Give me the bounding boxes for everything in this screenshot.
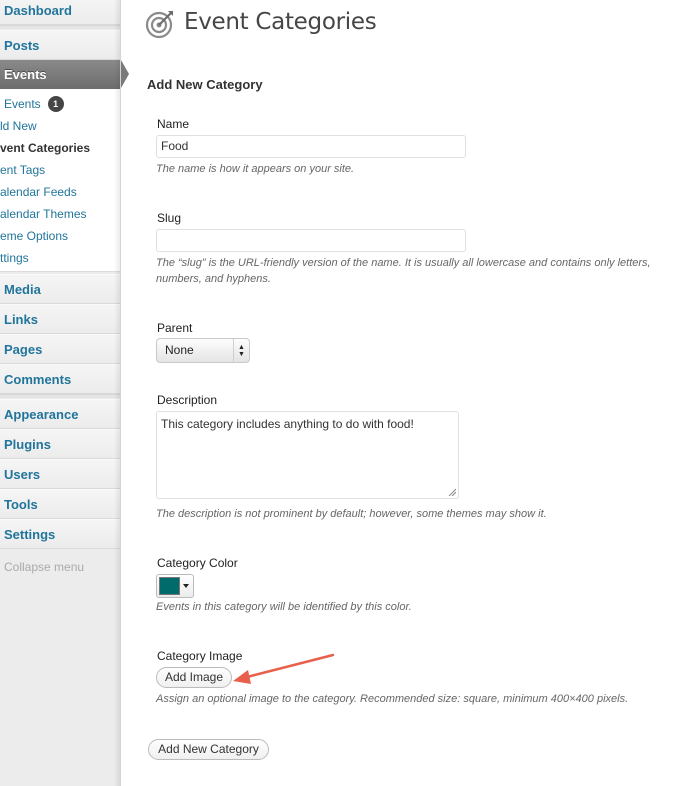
submenu-item-event-tags[interactable]: ent Tags [0, 159, 120, 181]
name-input[interactable]: Food [156, 135, 466, 158]
menu-dashboard[interactable]: Dashboard [0, 0, 120, 25]
image-help: Assign an optional image to the category… [156, 693, 629, 705]
menu-plugins[interactable]: Plugins [0, 429, 120, 459]
slug-help: The “slug” is the URL-friendly version o… [156, 257, 651, 285]
menu-comments[interactable]: Comments [0, 364, 120, 394]
submenu-item-calendar-themes[interactable]: alendar Themes [0, 203, 120, 225]
add-new-category-button[interactable]: Add New Category [148, 739, 269, 760]
admin-sidebar: Dashboard Posts Events Events 1 ld New ve… [0, 0, 121, 786]
menu-pages[interactable]: Pages [0, 334, 120, 364]
submenu-item-settings[interactable]: ttings [0, 247, 120, 269]
submenu-item-add-new[interactable]: ld New [0, 115, 120, 137]
submenu-item-theme-options[interactable]: eme Options [0, 225, 120, 247]
slug-input[interactable] [156, 229, 466, 252]
menu-media[interactable]: Media [0, 274, 120, 304]
menu-separator [0, 394, 120, 398]
collapse-menu-button[interactable]: Collapse menu [4, 558, 84, 576]
color-label: Category Color [157, 556, 238, 570]
menu-links[interactable]: Links [0, 304, 120, 334]
menu-appearance[interactable]: Appearance [0, 399, 120, 429]
menu-posts[interactable]: Posts [0, 30, 120, 60]
submenu-item-event-categories[interactable]: vent Categories [0, 137, 120, 159]
menu-separator [0, 25, 120, 29]
chevron-down-icon [183, 584, 189, 588]
menu-tools[interactable]: Tools [0, 489, 120, 519]
color-picker-button[interactable] [156, 574, 194, 598]
color-help: Events in this category will be identifi… [156, 601, 412, 613]
name-label: Name [157, 117, 190, 131]
description-textarea[interactable]: This category includes anything to do wi… [156, 411, 459, 499]
slug-label: Slug [157, 211, 182, 225]
parent-label: Parent [157, 321, 193, 335]
update-count-badge: 1 [47, 95, 64, 112]
select-arrows-icon: ▲ ▼ [233, 339, 249, 362]
main-content: Event Categories Add New Category Name F… [121, 0, 693, 786]
submenu-item-events[interactable]: Events 1 [4, 93, 120, 115]
submenu-item-label: Events [4, 97, 41, 111]
parent-select-value: None [165, 343, 194, 357]
annotation-arrow-icon [233, 653, 335, 684]
submenu-item-calendar-feeds[interactable]: alendar Feeds [0, 181, 120, 203]
resize-grip-icon[interactable] [448, 488, 456, 496]
target-icon [145, 11, 173, 39]
parent-select[interactable]: None ▲ ▼ [156, 338, 250, 363]
description-value: This category includes anything to do wi… [161, 417, 414, 431]
page-title: Event Categories [184, 9, 377, 35]
color-swatch [159, 577, 180, 595]
description-help: The description is not prominent by defa… [156, 508, 547, 520]
menu-events[interactable]: Events [0, 60, 120, 89]
events-submenu: Events 1 ld New vent Categories ent Tags … [0, 89, 120, 272]
description-label: Description [157, 393, 218, 407]
menu-users[interactable]: Users [0, 459, 120, 489]
form-heading: Add New Category [147, 77, 263, 92]
name-help: The name is how it appears on your site. [156, 163, 355, 175]
menu-settings[interactable]: Settings [0, 519, 120, 549]
